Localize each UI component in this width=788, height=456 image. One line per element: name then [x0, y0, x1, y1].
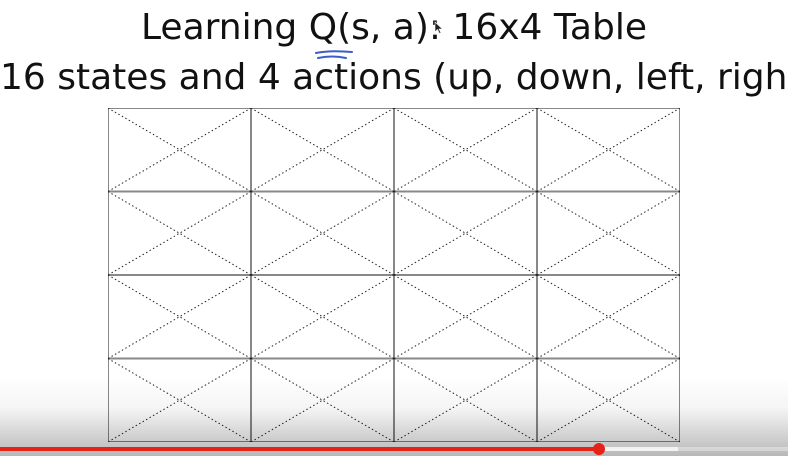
q-table-cell — [393, 108, 538, 192]
q-table-cell — [393, 358, 538, 442]
video-frame: Learning Q(s, a): 16x4 Table 16 states a… — [0, 0, 788, 456]
video-played-bar — [0, 447, 599, 451]
q-table-cell — [536, 358, 680, 442]
q-table-cell — [250, 191, 395, 276]
slide-subtitle: 16 states and 4 actions (up, down, left,… — [0, 57, 788, 98]
q-table-cell — [108, 274, 252, 359]
q-table-cell — [393, 274, 538, 359]
q-table-cell — [250, 358, 395, 442]
q-table-cell — [536, 108, 680, 192]
q-table-cell — [536, 191, 680, 276]
q-table-cell — [250, 274, 395, 359]
q-table-cell — [250, 108, 395, 192]
video-progress-bar[interactable] — [0, 443, 788, 455]
q-table-cell — [108, 191, 252, 276]
q-table-grid — [108, 108, 680, 442]
q-table-cell — [108, 108, 252, 192]
mouse-cursor-icon — [434, 21, 444, 34]
q-table-cell — [536, 274, 680, 359]
slide-title: Learning Q(s, a): 16x4 Table — [141, 7, 647, 48]
q-table-cell — [393, 191, 538, 276]
q-table-cell — [108, 358, 252, 442]
video-scrubber-handle[interactable] — [592, 443, 605, 455]
